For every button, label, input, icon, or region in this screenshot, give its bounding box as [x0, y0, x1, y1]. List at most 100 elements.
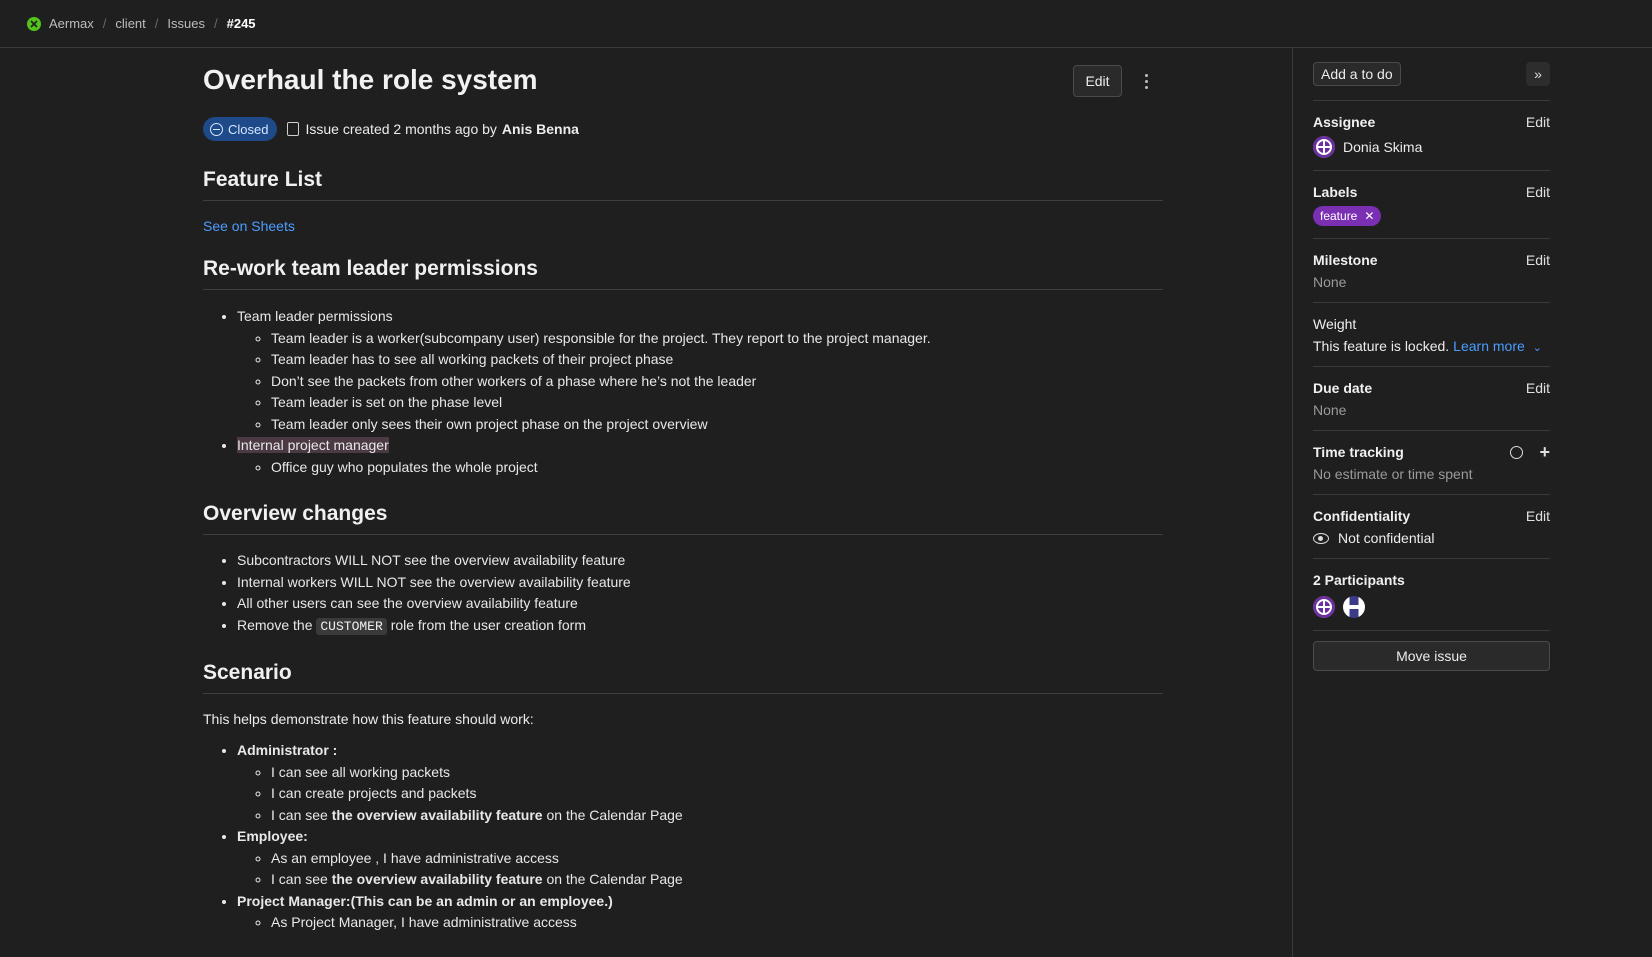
- add-todo-button[interactable]: Add a to do: [1313, 62, 1401, 86]
- sub-list: As Project Manager, I have administrativ…: [237, 912, 1163, 934]
- title-row: Overhaul the role system Edit: [203, 48, 1163, 116]
- assignee-name[interactable]: Donia Skima: [1343, 139, 1422, 155]
- breadcrumb-project[interactable]: client: [115, 16, 145, 31]
- list-item: Team leader only sees their own project …: [271, 414, 1163, 436]
- sub-list: I can see all working packets I can crea…: [237, 762, 1163, 827]
- section-overview: Overview changes Subcontractors WILL NOT…: [203, 502, 1163, 637]
- collapse-sidebar-icon[interactable]: »: [1526, 62, 1550, 86]
- todo-row: Add a to do »: [1313, 48, 1550, 101]
- milestone-value: None: [1313, 274, 1347, 290]
- list-item: I can see the overview availability feat…: [271, 805, 1163, 827]
- issue-main: Overhaul the role system Edit Closed Iss…: [203, 48, 1163, 934]
- list-item: Internal project manager Office guy who …: [237, 435, 1163, 478]
- list-item: Remove the CUSTOMER role from the user c…: [237, 615, 1163, 638]
- heading-feature-list: Feature List: [203, 168, 1163, 201]
- status-badge: Closed: [203, 117, 278, 141]
- sheets-link[interactable]: See on Sheets: [203, 218, 295, 234]
- list-item: Team leader has to see all working packe…: [271, 349, 1163, 371]
- edit-issue-button[interactable]: Edit: [1073, 65, 1122, 97]
- weight-heading: Weight: [1313, 316, 1357, 332]
- breadcrumb-issue-id[interactable]: #245: [227, 16, 256, 31]
- time-tracking-block: Time tracking + No estimate or time spen…: [1313, 431, 1550, 495]
- avatar[interactable]: [1313, 136, 1335, 158]
- author-link[interactable]: Anis Benna: [502, 121, 579, 137]
- section-feature-list: Feature List See on Sheets: [203, 168, 1163, 235]
- app-logo-icon[interactable]: [27, 16, 41, 31]
- weight-block: Weight This feature is locked. Learn mor…: [1313, 303, 1550, 367]
- breadcrumb-project-group[interactable]: Aermax: [49, 16, 94, 31]
- close-icon[interactable]: ✕: [1364, 209, 1374, 223]
- issue-doc-icon: [287, 122, 300, 136]
- confidentiality-edit-button[interactable]: Edit: [1526, 508, 1550, 524]
- heading-rework: Re-work team leader permissions: [203, 257, 1163, 290]
- list-item: Employee: As an employee , I have admini…: [237, 826, 1163, 891]
- list-item: Subcontractors WILL NOT see the overview…: [237, 550, 1163, 572]
- scenario-intro: This helps demonstrate how this feature …: [203, 711, 534, 727]
- sub-list: Team leader is a worker(subcompany user)…: [237, 328, 1163, 436]
- time-tracking-value: No estimate or time spent: [1313, 466, 1473, 482]
- time-tracking-heading: Time tracking: [1313, 444, 1404, 460]
- inline-code: CUSTOMER: [316, 617, 387, 635]
- heading-scenario: Scenario: [203, 661, 1163, 694]
- participants-block: 2 Participants: [1313, 559, 1550, 631]
- labels-edit-button[interactable]: Edit: [1526, 184, 1550, 200]
- list-item: Team leader is a worker(subcompany user)…: [271, 328, 1163, 350]
- breadcrumb-issues[interactable]: Issues: [167, 16, 205, 31]
- sidebar-divider: [1292, 48, 1293, 957]
- participants-heading: 2 Participants: [1313, 572, 1405, 588]
- label-text: feature: [1320, 209, 1358, 223]
- heading-overview: Overview changes: [203, 502, 1163, 535]
- confidentiality-value: Not confidential: [1338, 530, 1435, 546]
- due-date-block: Due date Edit None: [1313, 367, 1550, 431]
- page-title: Overhaul the role system: [203, 64, 538, 95]
- due-date-heading: Due date: [1313, 380, 1373, 396]
- list-item: I can see all working packets: [271, 762, 1163, 784]
- due-date-edit-button[interactable]: Edit: [1526, 380, 1550, 396]
- closed-status-icon: [210, 122, 223, 136]
- assignee-edit-button[interactable]: Edit: [1526, 114, 1550, 130]
- list-item: As an employee , I have administrative a…: [271, 848, 1163, 870]
- breadcrumb: Aermax / client / Issues / #245: [0, 0, 1652, 48]
- confidentiality-heading: Confidentiality: [1313, 508, 1411, 524]
- list-item: As Project Manager, I have administrativ…: [271, 912, 1163, 934]
- label-pill[interactable]: feature ✕: [1313, 206, 1382, 226]
- list-item: All other users can see the overview ava…: [237, 593, 1163, 615]
- weight-text: This feature is locked.: [1313, 338, 1450, 354]
- timer-icon[interactable]: [1510, 445, 1524, 459]
- highlighted-text: Internal project manager: [237, 437, 389, 453]
- assignee-heading: Assignee: [1313, 114, 1376, 130]
- milestone-block: Milestone Edit None: [1313, 239, 1550, 303]
- avatar[interactable]: [1313, 596, 1335, 618]
- breadcrumb-separator: /: [154, 16, 159, 31]
- list-item: I can create projects and packets: [271, 783, 1163, 805]
- list-item: Office guy who populates the whole proje…: [271, 457, 1163, 479]
- sub-list: Office guy who populates the whole proje…: [237, 457, 1163, 479]
- labels-heading: Labels: [1313, 184, 1358, 200]
- plus-icon[interactable]: +: [1539, 443, 1550, 461]
- status-text: Closed: [228, 121, 269, 137]
- chevron-down-icon: ⌄: [1532, 342, 1542, 354]
- assignee-block: Assignee Edit Donia Skima: [1313, 101, 1550, 171]
- list-item: Internal workers WILL NOT see the overvi…: [237, 572, 1163, 594]
- created-text: Issue created 2 months ago by: [305, 121, 497, 137]
- issue-sidebar: Add a to do » Assignee Edit Donia Skima …: [1313, 48, 1550, 671]
- section-scenario: Scenario This helps demonstrate how this…: [203, 661, 1163, 934]
- avatar[interactable]: [1343, 596, 1365, 618]
- move-issue-button[interactable]: Move issue: [1313, 641, 1550, 671]
- section-rework: Re-work team leader permissions Team lea…: [203, 257, 1163, 478]
- list-item: Administrator : I can see all working pa…: [237, 740, 1163, 826]
- list-item: Don’t see the packets from other workers…: [271, 371, 1163, 393]
- list-item: Team leader permissions Team leader is a…: [237, 306, 1163, 435]
- overview-list: Subcontractors WILL NOT see the overview…: [203, 550, 1163, 637]
- list-item: Team leader is set on the phase level: [271, 392, 1163, 414]
- kebab-menu-icon[interactable]: [1138, 67, 1154, 95]
- list-item: Project Manager:(This can be an admin or…: [237, 891, 1163, 934]
- sub-list: As an employee , I have administrative a…: [237, 848, 1163, 891]
- due-date-value: None: [1313, 402, 1347, 418]
- rework-list: Team leader permissions Team leader is a…: [203, 306, 1163, 478]
- milestone-edit-button[interactable]: Edit: [1526, 252, 1550, 268]
- learn-more-link[interactable]: Learn more ⌄: [1453, 338, 1542, 354]
- labels-block: Labels Edit feature ✕: [1313, 171, 1550, 239]
- milestone-heading: Milestone: [1313, 252, 1378, 268]
- breadcrumb-separator: /: [213, 16, 218, 31]
